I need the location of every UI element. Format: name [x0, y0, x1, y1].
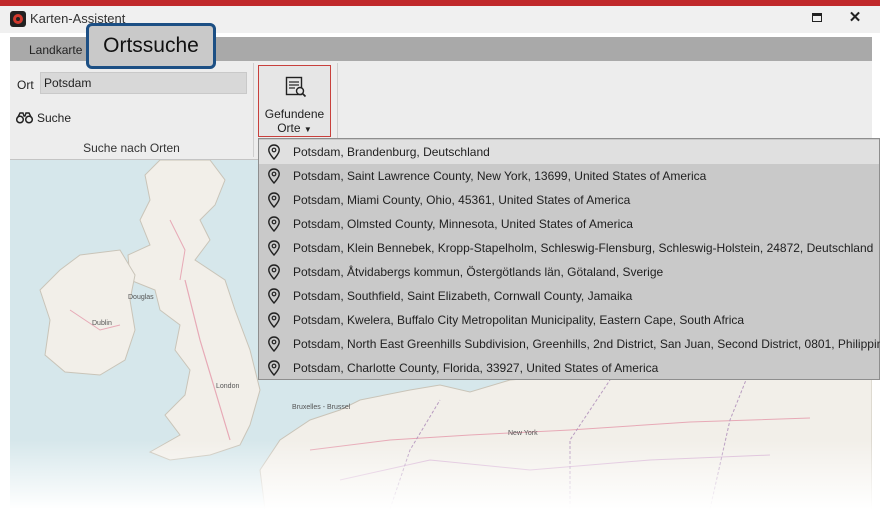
map-label-london: London — [216, 383, 240, 390]
result-item-label: Potsdam, Olmsted County, Minnesota, Unit… — [293, 217, 633, 231]
result-item-label: Potsdam, Brandenburg, Deutschland — [293, 145, 490, 159]
found-places-label: Gefundene Orte ▼ — [259, 107, 330, 137]
found-places-label-line2: Orte — [277, 121, 301, 135]
result-item-label: Potsdam, Klein Bennebek, Kropp-Stapelhol… — [293, 241, 874, 255]
map-wizard-window: Karten-Assistent ✕ Landkarte Ortssuche O… — [0, 0, 880, 509]
map-label-douglas: Douglas — [128, 294, 154, 301]
result-item[interactable]: Potsdam, Saint Lawrence County, New York… — [259, 164, 879, 188]
search-button[interactable]: Suche — [16, 109, 71, 127]
result-item[interactable]: Potsdam, Southfield, Saint Elizabeth, Co… — [259, 284, 879, 308]
result-item-label: Potsdam, Miami County, Ohio, 45361, Unit… — [293, 193, 631, 207]
location-pin-icon — [268, 312, 280, 328]
location-pin-icon — [268, 216, 280, 232]
ort-input[interactable] — [40, 72, 247, 94]
map-label-dublin: Dublin — [92, 320, 112, 327]
found-places-label-line1: Gefundene — [264, 107, 325, 121]
result-item[interactable]: Potsdam, Åtvidabergs kommun, Östergötlan… — [259, 260, 879, 284]
result-item-label: Potsdam, Kwelera, Buffalo City Metropoli… — [293, 313, 745, 327]
tab-ortssuche[interactable]: Ortssuche — [86, 23, 216, 69]
result-item[interactable]: Potsdam, Klein Bennebek, Kropp-Stapelhol… — [259, 236, 879, 260]
ort-label: Ort — [17, 78, 34, 92]
group-divider — [253, 63, 254, 157]
location-pin-icon — [268, 336, 280, 352]
tab-landkarte[interactable]: Landkarte — [29, 43, 82, 57]
close-button[interactable]: ✕ — [846, 9, 864, 27]
result-item-label: Potsdam, Åtvidabergs kommun, Östergötlan… — [293, 265, 664, 279]
maximize-button[interactable] — [812, 13, 822, 22]
location-pin-icon — [268, 360, 280, 376]
group-label-search: Suche nach Orten — [83, 141, 180, 155]
result-item[interactable]: Potsdam, Kwelera, Buffalo City Metropoli… — [259, 308, 879, 332]
location-pin-icon — [268, 168, 280, 184]
result-item[interactable]: Potsdam, North East Greenhills Subdivisi… — [259, 332, 880, 356]
location-pin-icon — [268, 264, 280, 280]
result-item[interactable]: Potsdam, Olmsted County, Minnesota, Unit… — [259, 212, 879, 236]
result-item[interactable]: Potsdam, Charlotte County, Florida, 3392… — [259, 356, 879, 380]
location-pin-icon — [268, 240, 280, 256]
search-label: Suche — [37, 111, 72, 125]
result-item-label: Potsdam, Charlotte County, Florida, 3392… — [293, 361, 659, 375]
location-pin-icon — [268, 192, 280, 208]
bottom-fade — [0, 440, 880, 509]
map-label-brussels: Bruxelles - Brussel — [292, 404, 351, 411]
result-item[interactable]: Potsdam, Brandenburg, Deutschland — [259, 140, 879, 164]
app-icon — [10, 11, 26, 27]
result-item-label: Potsdam, Saint Lawrence County, New York… — [293, 169, 707, 183]
location-pin-icon — [268, 288, 280, 304]
result-item-label: Potsdam, North East Greenhills Subdivisi… — [293, 337, 880, 351]
found-places-dropdown: Potsdam, Brandenburg, Deutschland Potsdam… — [258, 138, 880, 380]
result-item-label: Potsdam, Southfield, Saint Elizabeth, Co… — [293, 289, 633, 303]
list-search-icon — [285, 76, 307, 98]
binoculars-icon — [16, 112, 33, 124]
location-pin-icon — [268, 144, 280, 160]
found-places-button[interactable]: Gefundene Orte ▼ — [258, 65, 331, 137]
map-label-new-york: New York — [508, 430, 538, 437]
dropdown-caret-icon: ▼ — [303, 125, 312, 134]
result-item[interactable]: Potsdam, Miami County, Ohio, 45361, Unit… — [259, 188, 879, 212]
